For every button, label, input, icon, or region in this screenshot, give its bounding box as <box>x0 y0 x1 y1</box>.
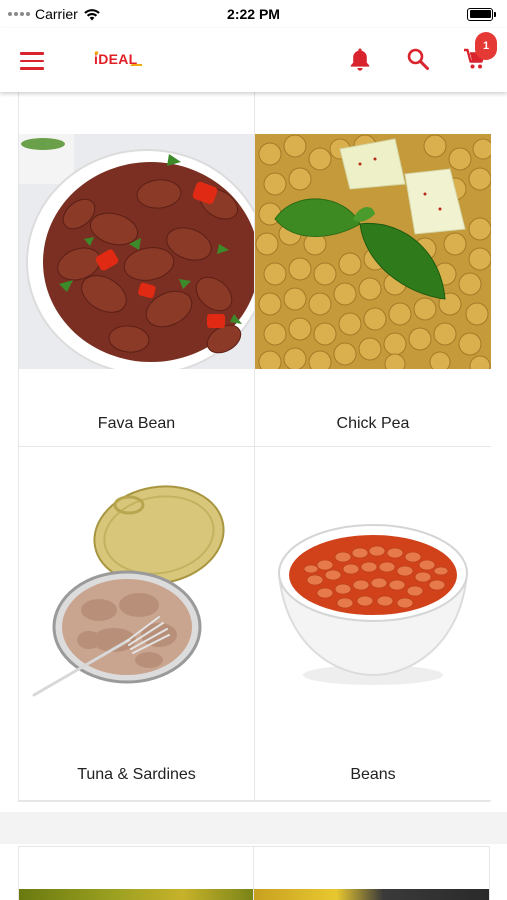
category-card-chick-pea[interactable]: Chick Pea <box>255 92 491 447</box>
category-grid: Fava Bean Chick Pea Tuna & Sardines Bean… <box>18 92 491 802</box>
tuna-sardines-image <box>19 447 254 727</box>
status-bar: Carrier 2:22 PM <box>0 0 507 28</box>
category-card-tuna-sardines[interactable]: Tuna & Sardines <box>19 447 255 801</box>
bell-icon <box>350 48 370 71</box>
wifi-icon <box>83 8 100 20</box>
search-button[interactable] <box>401 42 435 76</box>
chick-pea-image <box>255 134 491 369</box>
menu-button[interactable] <box>20 46 50 76</box>
top-nav-bar: iDEAL <box>0 28 507 92</box>
fava-bean-image <box>19 134 254 369</box>
app-logo[interactable]: iDEAL <box>94 50 144 72</box>
status-left: Carrier <box>8 6 101 22</box>
logo-mark: iDEAL <box>94 51 142 67</box>
cart-badge: 1 <box>475 32 497 60</box>
carrier-label: Carrier <box>35 6 78 22</box>
svg-text:iDEAL: iDEAL <box>94 51 138 67</box>
beans-image <box>255 447 491 727</box>
search-icon <box>407 48 429 70</box>
category-label: Chick Pea <box>336 415 410 432</box>
category-card-beans[interactable]: Beans <box>255 447 491 801</box>
partial-image <box>19 889 253 900</box>
battery-fill <box>469 10 491 18</box>
category-grid-next-row <box>18 846 490 900</box>
category-card-partial[interactable] <box>19 847 254 900</box>
category-label: Beans <box>350 766 396 783</box>
category-card-fava-bean[interactable]: Fava Bean <box>19 92 255 447</box>
category-label: Fava Bean <box>97 415 176 432</box>
battery-icon <box>467 7 496 21</box>
signal-icon <box>8 12 30 16</box>
menu-icon <box>20 52 44 55</box>
category-content: Fava Bean Chick Pea Tuna & Sardines Bean… <box>0 92 507 900</box>
category-card-partial[interactable] <box>254 847 489 900</box>
notifications-button[interactable] <box>343 42 377 76</box>
category-label: Tuna & Sardines <box>77 766 196 783</box>
partial-image <box>254 889 489 900</box>
section-divider <box>0 812 507 844</box>
